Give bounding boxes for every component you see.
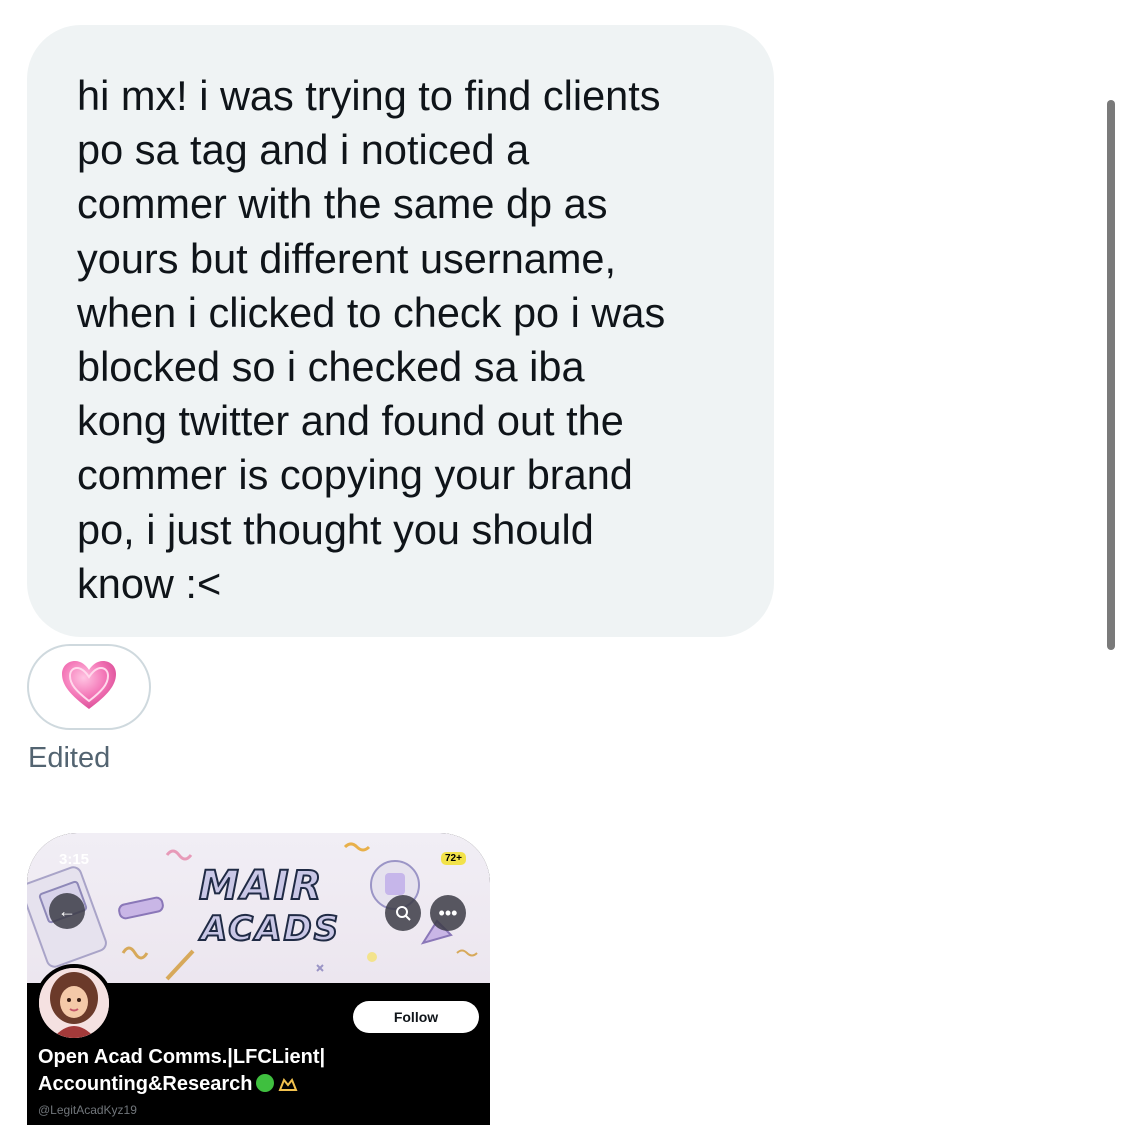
heart-hands-icon — [278, 1073, 298, 1099]
message-line: commer with the same dp as — [77, 180, 608, 228]
message-line: po, i just thought you should — [77, 505, 594, 553]
message-line: hi mx! i was trying to find clients — [77, 72, 661, 119]
battery-indicator: 72+ — [441, 852, 466, 865]
banner-title-line1: MAIR — [198, 862, 324, 910]
message-line: know :< — [77, 559, 222, 607]
profile-handle: @LegitAcadKyz19 — [38, 1103, 137, 1117]
message-bubble[interactable]: hi mx! i was trying to find clients po sa… — [27, 25, 774, 637]
profile-avatar[interactable] — [35, 964, 113, 1042]
reaction-button[interactable] — [27, 644, 151, 730]
edited-label: Edited — [28, 742, 111, 774]
back-arrow-icon[interactable]: ← — [49, 893, 85, 929]
message-text: hi mx! i was trying to find clients po sa… — [77, 69, 734, 611]
attached-screenshot[interactable]: 3:15 72+ MAIR ACADS ← ••• Follow Open Ac… — [27, 833, 490, 1125]
search-icon[interactable] — [385, 895, 421, 931]
profile-name-line1: Open Acad Comms.|LFCLient| — [38, 1046, 326, 1068]
message-line: when i clicked to check po i was — [77, 288, 666, 336]
status-time: 3:15 — [59, 851, 90, 868]
follow-button[interactable]: Follow — [353, 1001, 479, 1033]
message-line: blocked so i checked sa iba — [77, 342, 585, 390]
message-line: yours but different username, — [77, 234, 617, 282]
profile-name-line2: Accounting&Research — [38, 1071, 298, 1099]
profile-banner: 3:15 72+ MAIR ACADS ← ••• — [27, 833, 490, 983]
banner-title-line2: ACADS — [200, 908, 341, 950]
pink-heart-icon — [60, 659, 118, 716]
message-line: po sa tag and i noticed a — [77, 126, 530, 174]
message-line: kong twitter and found out the — [77, 397, 624, 445]
scrollbar[interactable] — [1107, 100, 1115, 650]
message-line: commer is copying your brand — [77, 451, 633, 499]
more-icon[interactable]: ••• — [430, 895, 466, 931]
profile-name-text: Accounting&Research — [38, 1073, 253, 1095]
green-circle-icon — [255, 1074, 274, 1092]
